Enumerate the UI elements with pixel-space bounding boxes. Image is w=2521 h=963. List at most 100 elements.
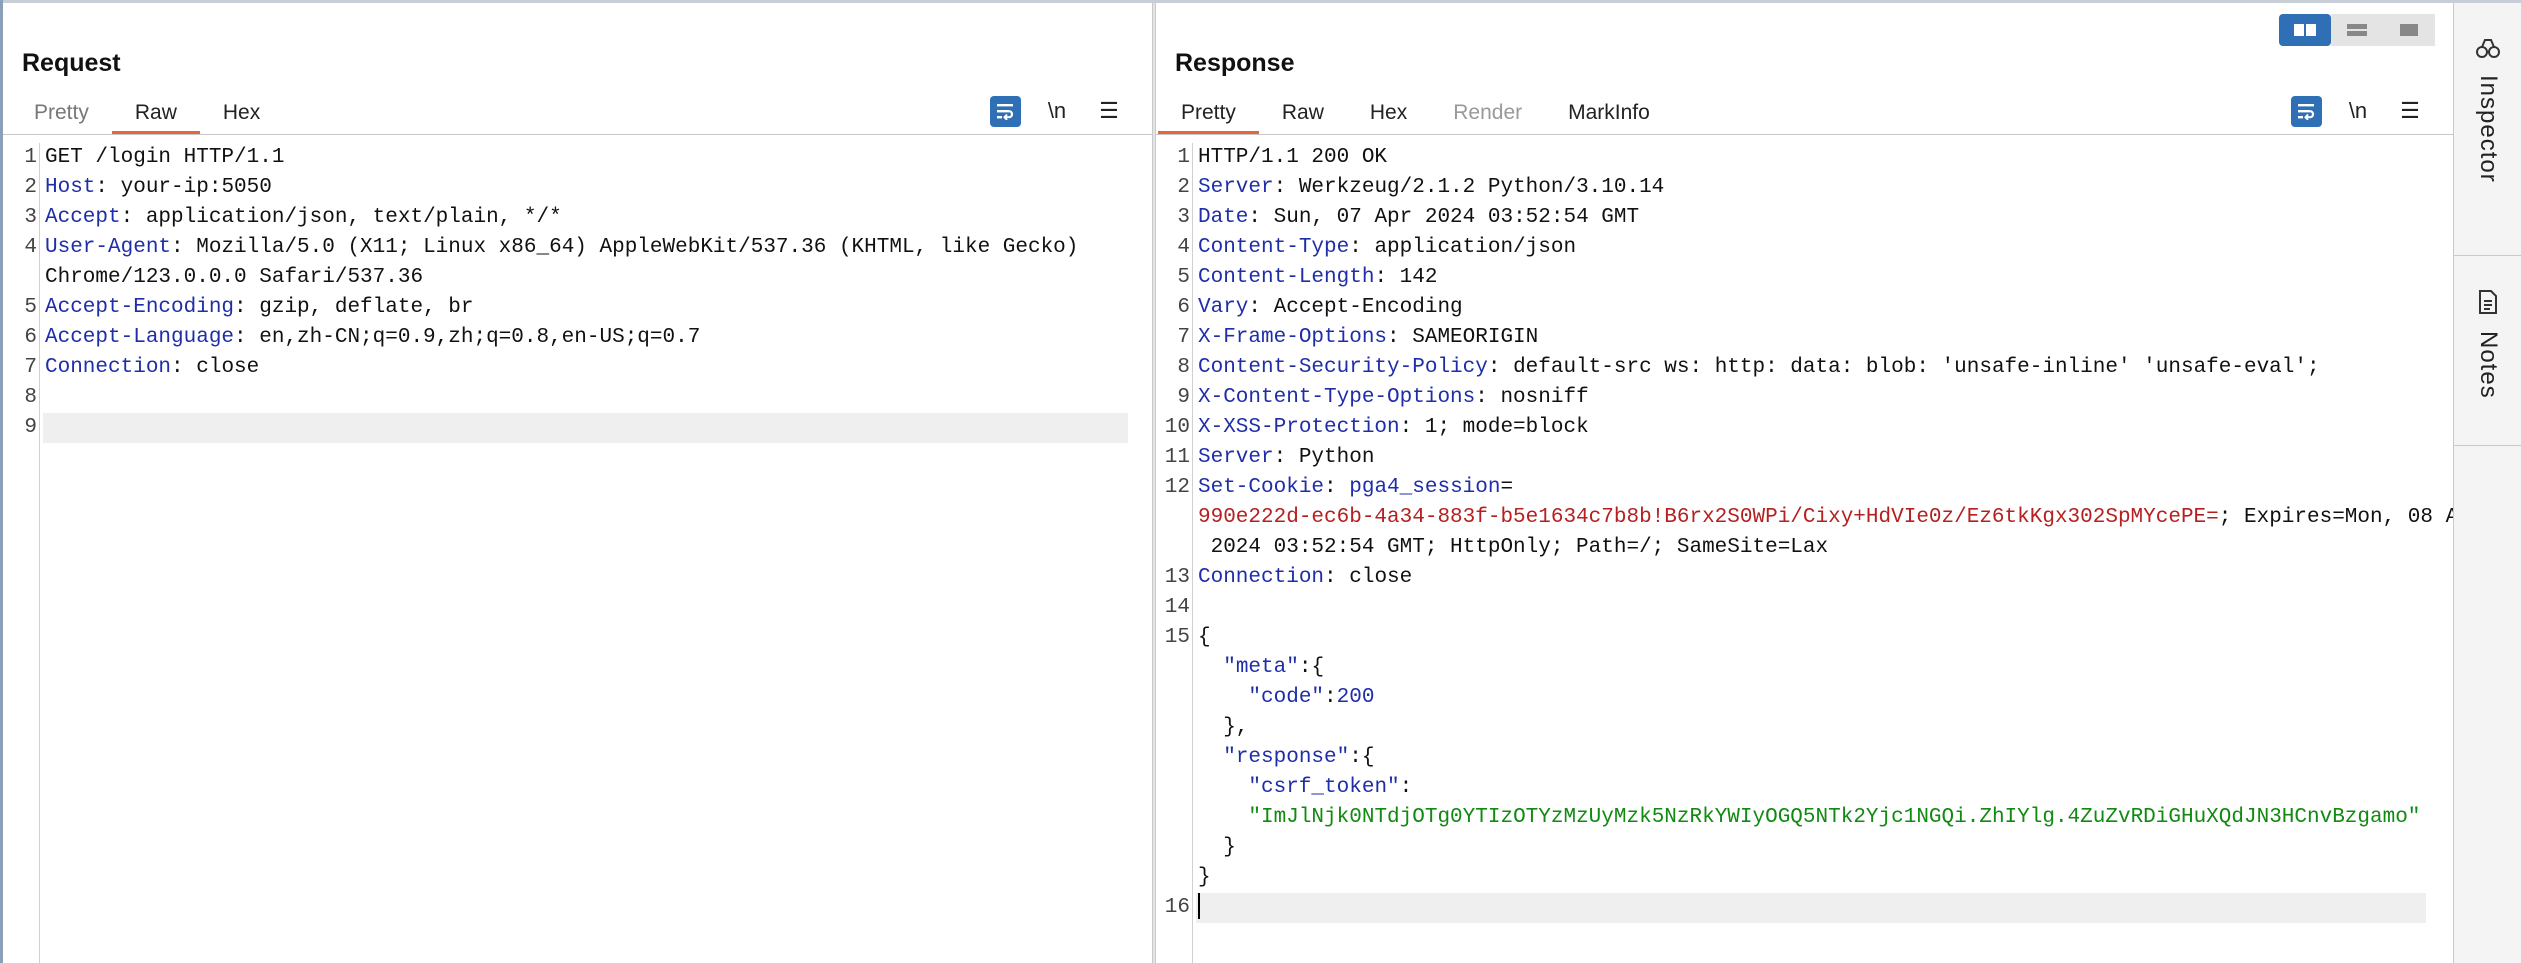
line-number: 1	[24, 146, 37, 169]
response-tab-markinfo[interactable]: MarkInfo	[1545, 95, 1673, 135]
response-code-line: "meta":{	[1156, 653, 2453, 683]
line-text: X-XSS-Protection: 1; mode=block	[1198, 413, 2433, 443]
text-caret	[1198, 893, 1200, 920]
line-number: 7	[1177, 326, 1190, 349]
line-text: }	[1198, 863, 2433, 893]
line-number: 5	[24, 296, 37, 319]
line-text: }	[1198, 833, 2433, 863]
request-tab-hex[interactable]: Hex	[200, 95, 283, 135]
syntax-key: "meta"	[1223, 656, 1299, 679]
syntax-key: Accept	[45, 206, 121, 229]
request-newline-toggle[interactable]: \n	[1031, 95, 1083, 127]
line-text: Set-Cookie: pga4_session=	[1198, 473, 2433, 503]
line-text: X-Content-Type-Options: nosniff	[1198, 383, 2433, 413]
inspector-icon	[2476, 39, 2500, 58]
syntax-text: : default-src ws: http: data: blob: 'uns…	[1487, 356, 2320, 379]
line-number: 2	[1177, 176, 1190, 199]
request-tab-raw[interactable]: Raw	[111, 95, 200, 135]
sidebar-item-inspector[interactable]: Inspector	[2454, 37, 2521, 183]
response-code-line: 1 HTTP/1.1 200 OK	[1156, 143, 2453, 173]
line-text: Date: Sun, 07 Apr 2024 03:52:54 GMT	[1198, 203, 2433, 233]
sidebar-separator	[2454, 255, 2521, 256]
hamburger-menu-icon: ☰	[2400, 98, 2420, 123]
syntax-value: "ImJlNjk0NTdjOTg0YTIzOTYzMzUyMzk5NzRkYWI…	[1248, 806, 2421, 829]
request-title: Request	[22, 49, 121, 77]
response-code-line: 6 Vary: Accept-Encoding	[1156, 293, 2453, 323]
sidebar-separator	[2454, 445, 2521, 446]
response-wrap-button[interactable]	[2280, 95, 2332, 127]
response-tabs: Pretty Raw Hex Render MarkInfo	[1158, 95, 1673, 135]
layout-split-horizontal-button[interactable]	[2279, 14, 2331, 46]
line-text: Vary: Accept-Encoding	[1198, 293, 2433, 323]
line-number: 8	[24, 386, 37, 409]
request-code-line: Chrome/123.0.0.0 Safari/537.36	[3, 263, 1152, 293]
response-code-line: 11 Server: Python	[1156, 443, 2453, 473]
syntax-text: HTTP/1.1 200 OK	[1198, 146, 1388, 169]
syntax-key: Content-Length	[1198, 266, 1375, 289]
response-tab-render[interactable]: Render	[1430, 95, 1545, 135]
response-code-line: 12 Set-Cookie: pga4_session=	[1156, 473, 2453, 503]
line-text: Chrome/123.0.0.0 Safari/537.36	[45, 263, 1132, 293]
response-tab-raw[interactable]: Raw	[1259, 95, 1347, 135]
syntax-text: Chrome/123.0.0.0 Safari/537.36	[45, 266, 424, 289]
request-code-line: 5 Accept-Encoding: gzip, deflate, br	[3, 293, 1152, 323]
line-number: 6	[24, 326, 37, 349]
request-menu-button[interactable]: ☰	[1083, 95, 1135, 127]
line-text: HTTP/1.1 200 OK	[1198, 143, 2433, 173]
syntax-key: Host	[45, 176, 96, 199]
response-code-line: 10 X-XSS-Protection: 1; mode=block	[1156, 413, 2453, 443]
syntax-text: : close	[1324, 566, 1413, 589]
sidebar-item-notes[interactable]: Notes	[2454, 289, 2521, 399]
syntax-key: "response"	[1223, 746, 1350, 769]
response-code-line: }	[1156, 863, 2453, 893]
line-number: 9	[1177, 386, 1190, 409]
response-tab-hex[interactable]: Hex	[1347, 95, 1430, 135]
layout-single-pane-button[interactable]	[2383, 14, 2435, 46]
syntax-text: ; Expires=Mon, 08 Apr	[2218, 506, 2453, 529]
response-tab-pretty[interactable]: Pretty	[1158, 95, 1259, 135]
line-number: 1	[1177, 146, 1190, 169]
request-editor[interactable]: 1 GET /login HTTP/1.1 2 Host: your-ip:5050 3…	[3, 143, 1152, 963]
request-tab-pretty[interactable]: Pretty	[11, 95, 112, 135]
response-code-line: 14	[1156, 593, 2453, 623]
request-code-line: 9	[3, 413, 1152, 443]
layout-split-vertical-button[interactable]	[2331, 14, 2383, 46]
line-text: "meta":{	[1198, 653, 2433, 683]
syntax-text: :	[1324, 476, 1350, 499]
syntax-text: {	[1198, 626, 1211, 649]
sidebar-label-inspector: Inspector	[2475, 75, 2502, 183]
syntax-key: Accept-Language	[45, 326, 235, 349]
response-code-line: 2 Server: Werkzeug/2.1.2 Python/3.10.14	[1156, 173, 2453, 203]
syntax-text	[1198, 776, 1248, 799]
syntax-text: :{	[1298, 656, 1325, 679]
syntax-key: Vary	[1198, 296, 1249, 319]
syntax-text: },	[1198, 716, 1249, 739]
syntax-text: : your-ip:5050	[95, 176, 272, 199]
line-text: 990e222d-ec6b-4a34-883f-b5e1634c7b8b!B6r…	[1198, 503, 2453, 533]
response-editor[interactable]: 1 HTTP/1.1 200 OK 2 Server: Werkzeug/2.1.2 …	[1156, 143, 2453, 963]
response-code-line: 3 Date: Sun, 07 Apr 2024 03:52:54 GMT	[1156, 203, 2453, 233]
response-code-line: 13 Connection: close	[1156, 563, 2453, 593]
line-text: "csrf_token":	[1198, 773, 2433, 803]
request-wrap-button[interactable]	[979, 95, 1031, 127]
line-text: X-Frame-Options: SAMEORIGIN	[1198, 323, 2433, 353]
response-menu-button[interactable]: ☰	[2384, 95, 2436, 127]
syntax-text	[1198, 746, 1223, 769]
line-number: 14	[1164, 596, 1190, 619]
syntax-key: X-Frame-Options	[1198, 326, 1388, 349]
syntax-text: :{	[1349, 746, 1375, 769]
syntax-text: : nosniff	[1475, 386, 1589, 409]
syntax-key: Date	[1198, 206, 1249, 229]
syntax-text	[1198, 686, 1248, 709]
line-number: 9	[24, 416, 37, 439]
syntax-text: : Sun, 07 Apr 2024 03:52:54 GMT	[1248, 206, 1640, 229]
single-pane-layout-icon	[2400, 24, 2418, 36]
response-tab-divider	[1156, 134, 2453, 135]
syntax-text: 2024 03:52:54 GMT; HttpOnly; Path=/; Sam…	[1198, 536, 1829, 559]
line-number: 13	[1164, 566, 1190, 589]
syntax-key: Set-Cookie	[1198, 476, 1325, 499]
response-newline-toggle[interactable]: \n	[2332, 95, 2384, 127]
syntax-text	[1198, 806, 1248, 829]
syntax-text: : close	[171, 356, 260, 379]
syntax-text: :	[1399, 776, 1413, 799]
